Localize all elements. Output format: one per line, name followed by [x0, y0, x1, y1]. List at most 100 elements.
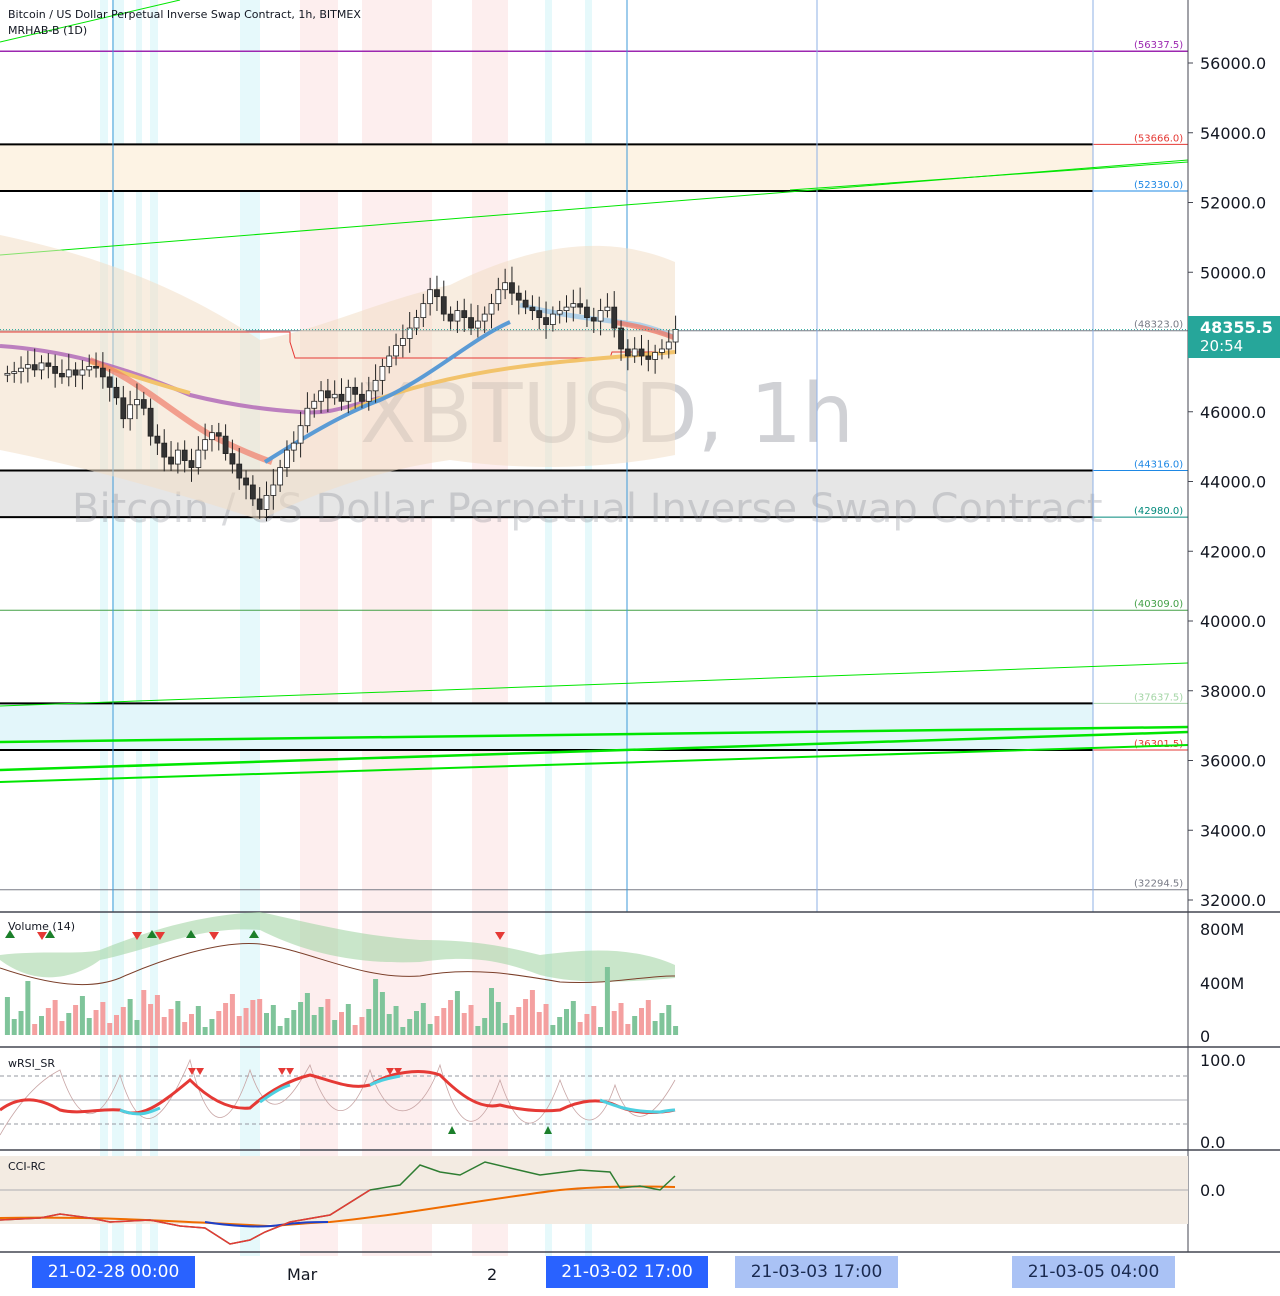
candle-body: [338, 393, 345, 402]
time-tag-3[interactable]: 21-03-03 17:00: [735, 1256, 898, 1288]
candle-body: [134, 399, 140, 406]
volume-bar: [332, 1020, 338, 1035]
candle-body: [297, 425, 304, 444]
volume-bar: [407, 1019, 413, 1035]
volume-bar: [536, 1012, 542, 1035]
candle-body: [290, 442, 297, 451]
volume-bar: [509, 1015, 515, 1035]
candle-body: [597, 310, 604, 322]
volume-bar: [454, 991, 460, 1035]
candle-body: [243, 477, 249, 486]
volume-bar: [564, 1009, 569, 1035]
candle-body: [222, 435, 229, 455]
volume-bar: [543, 1004, 549, 1035]
volume-tick-label: 0: [1200, 1027, 1210, 1046]
candle-body: [270, 484, 277, 496]
candle-body: [113, 386, 120, 399]
sr-zone-2: [0, 703, 1093, 750]
volume-bar: [127, 999, 133, 1035]
volume-bar: [134, 1020, 140, 1035]
level-label: (53666.0): [1134, 133, 1183, 144]
volume-bar: [11, 1019, 17, 1035]
volume-bar: [182, 1022, 188, 1035]
candle-body: [393, 345, 399, 357]
volume-bar: [489, 988, 494, 1035]
volume-tick-label: 400M: [1200, 974, 1244, 993]
candle-body: [522, 299, 529, 308]
candle-body: [399, 338, 406, 346]
volume-bar: [229, 994, 235, 1035]
volume-bar: [386, 1014, 392, 1035]
volume-bar: [379, 992, 385, 1035]
volume-bar: [502, 1023, 508, 1035]
candle-body: [168, 456, 174, 465]
volume-bar: [475, 1026, 481, 1035]
candle-body: [481, 313, 488, 322]
candle-body: [174, 449, 181, 465]
volume-signal-down: [209, 932, 219, 940]
time-tag-1[interactable]: 21-02-28 00:00: [32, 1256, 195, 1288]
volume-bar: [666, 1005, 672, 1035]
candle-body: [236, 463, 243, 479]
time-tag-2[interactable]: 21-03-02 17:00: [546, 1256, 708, 1288]
price-tick-label: 38000.0: [1200, 682, 1266, 701]
volume-bar: [645, 1000, 651, 1035]
volume-bar: [154, 995, 160, 1035]
candle-body: [195, 449, 202, 468]
candle-body: [79, 369, 86, 376]
volume-bar: [291, 1010, 297, 1035]
level-label: (44316.0): [1134, 459, 1183, 470]
candle-body: [188, 460, 195, 468]
time-tag-4[interactable]: 21-03-05 04:00: [1012, 1256, 1175, 1288]
volume-bar: [318, 1007, 324, 1035]
volume-bar: [100, 1002, 106, 1035]
candle-body: [590, 317, 597, 322]
candle-body: [529, 306, 536, 312]
candle-body: [249, 484, 256, 500]
level-label: (48323.0): [1134, 320, 1183, 331]
candle-body: [256, 498, 263, 510]
volume-bar: [264, 1013, 269, 1035]
candle-body: [318, 390, 324, 402]
volume-bar: [393, 1006, 399, 1035]
candle-body: [284, 449, 290, 468]
price-tick-label: 56000.0: [1200, 54, 1266, 73]
candle-body: [461, 310, 468, 318]
candle-body: [65, 369, 72, 378]
volume-bar: [659, 1013, 665, 1035]
volume-bar: [591, 1006, 597, 1035]
candle-body: [59, 372, 65, 378]
volume-signal-down: [37, 932, 47, 940]
sr-zone-0: [0, 144, 1093, 191]
volume-bar: [250, 1000, 256, 1035]
candle-body: [495, 289, 502, 305]
volume-bar: [611, 1011, 617, 1035]
level-label: (32294.5): [1134, 879, 1183, 890]
candle-body: [181, 449, 188, 461]
candle-body: [665, 341, 672, 350]
volume-bar: [86, 1018, 92, 1035]
candle-body: [86, 366, 93, 371]
candle-body: [372, 379, 379, 392]
candle-body: [509, 282, 515, 294]
volume-bar: [304, 993, 310, 1035]
candle-body: [45, 362, 52, 367]
trading-chart[interactable]: XBTUSD, 1hBitcoin / US Dollar Perpetual …: [0, 0, 1280, 1296]
candle-body: [359, 393, 365, 402]
volume-bar: [461, 1013, 467, 1035]
candle-body: [570, 303, 577, 308]
volume-bar: [632, 1016, 638, 1035]
candle-body: [434, 289, 440, 298]
price-tick-label: 54000.0: [1200, 124, 1266, 143]
wrsi-tick-label: 100.0: [1200, 1051, 1246, 1070]
volume-bar: [434, 1016, 440, 1035]
candle-body: [154, 435, 161, 444]
volume-bar: [529, 990, 535, 1035]
candle-body: [652, 352, 659, 360]
volume-bar: [277, 1026, 283, 1035]
candle-body: [365, 390, 372, 402]
candle-body: [638, 348, 645, 357]
candle-body: [427, 289, 434, 305]
candle-body: [420, 303, 427, 318]
candle-body: [454, 310, 461, 322]
